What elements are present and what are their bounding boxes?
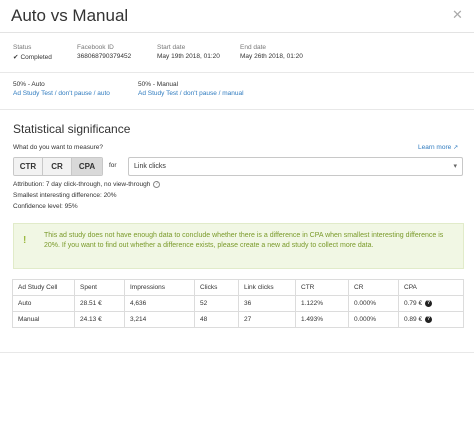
close-icon[interactable]: ✕	[452, 7, 463, 23]
help-icon[interactable]: ?	[153, 181, 161, 188]
attribution-info: Attribution: 7 day click-through, no vie…	[13, 181, 161, 189]
metric-selector: CTR CR CPA	[13, 157, 103, 176]
table-cell: 36	[238, 295, 296, 312]
help-icon[interactable]: ?	[425, 315, 433, 323]
start-date-field: Start date May 19th 2018, 01:20	[157, 44, 220, 60]
column-header: CTR	[295, 279, 349, 296]
event-select-value: Link clicks	[134, 163, 166, 170]
variant-manual: 50% - Manual Ad Study Test / don't pause…	[138, 81, 244, 97]
metric-ctr-button[interactable]: CTR	[14, 158, 43, 175]
table-cell: 1.493%	[295, 311, 349, 328]
column-header: Clicks	[194, 279, 239, 296]
column-header: CPA	[398, 279, 464, 296]
table-row: Manual 24.13 € 3,214 48 27 1.493% 0.000%…	[12, 311, 464, 328]
table-cell: 27	[238, 311, 296, 328]
end-date-label: End date	[240, 44, 267, 51]
measure-question: What do you want to measure?	[13, 144, 103, 151]
cpa-value: 0.89 €	[404, 316, 423, 324]
variant-link[interactable]: Ad Study Test / don't pause / auto	[13, 90, 110, 97]
check-icon: ✔	[13, 54, 19, 61]
section-title: Statistical significance	[13, 122, 131, 136]
event-select[interactable]: Link clicks ▾	[128, 157, 463, 176]
ad-study-modal: Auto vs Manual ✕ Status ✔ Completed Faceb…	[0, 0, 474, 431]
status-label: Status	[13, 44, 32, 51]
table-row: Auto 28.51 € 4,636 52 36 1.122% 0.000% 0…	[12, 295, 464, 312]
table-cell: 0.000%	[348, 311, 399, 328]
status-field: Status ✔ Completed	[13, 44, 52, 61]
learn-more-link[interactable]: Learn more ↗	[418, 144, 458, 151]
column-header: Ad Study Cell	[12, 279, 75, 296]
column-header: Spent	[74, 279, 125, 296]
help-icon[interactable]: ?	[425, 299, 433, 307]
start-date-value: May 19th 2018, 01:20	[157, 53, 220, 60]
end-date-value: May 26th 2018, 01:20	[240, 53, 303, 60]
external-link-icon: ↗	[453, 145, 459, 151]
smallest-difference-text: Smallest interesting difference: 20%	[13, 192, 117, 199]
status-text: Completed	[20, 54, 52, 61]
page-title: Auto vs Manual	[11, 6, 129, 25]
metric-cr-button[interactable]: CR	[43, 158, 72, 175]
facebook-id-value: 368068790379452	[77, 53, 132, 60]
metric-cpa-button[interactable]: CPA	[72, 158, 102, 175]
status-value: ✔ Completed	[13, 53, 52, 61]
learn-more-text: Learn more	[418, 144, 452, 151]
results-table: Ad Study Cell Spent Impressions Clicks L…	[12, 279, 464, 328]
table-cell: 0.89 €?	[398, 311, 464, 328]
chevron-down-icon: ▾	[453, 163, 457, 170]
table-cell: 0.79 €?	[398, 295, 464, 312]
warning-text: This ad study does not have enough data …	[44, 232, 444, 249]
variant-split: 50% - Manual	[138, 81, 179, 88]
variant-auto: 50% - Auto Ad Study Test / don't pause /…	[13, 81, 110, 97]
for-label: for	[109, 162, 117, 169]
warning-icon: !	[23, 235, 27, 246]
modal-header: Auto vs Manual ✕	[0, 0, 474, 33]
confidence-level-text: Confidence level: 95%	[13, 203, 78, 210]
divider	[0, 109, 474, 110]
table-header-row: Ad Study Cell Spent Impressions Clicks L…	[12, 279, 464, 296]
facebook-id-field: Facebook ID 368068790379452	[77, 44, 131, 60]
table-cell: Manual	[12, 311, 75, 328]
table-cell: 0.000%	[348, 295, 399, 312]
facebook-id-label: Facebook ID	[77, 44, 114, 51]
warning-banner: ! This ad study does not have enough dat…	[13, 223, 464, 269]
table-cell: 52	[194, 295, 239, 312]
attribution-text: Attribution: 7 day click-through, no vie…	[13, 181, 151, 189]
table-cell: 24.13 €	[74, 311, 125, 328]
divider	[0, 72, 474, 73]
table-cell: 3,214	[124, 311, 195, 328]
end-date-field: End date May 26th 2018, 01:20	[240, 44, 303, 60]
table-cell: 28.51 €	[74, 295, 125, 312]
column-header: CR	[348, 279, 399, 296]
divider	[0, 352, 474, 353]
table-cell: Auto	[12, 295, 75, 312]
cpa-value: 0.79 €	[404, 300, 423, 308]
start-date-label: Start date	[157, 44, 186, 51]
variant-split: 50% - Auto	[13, 81, 45, 88]
table-cell: 1.122%	[295, 295, 349, 312]
table-cell: 4,636	[124, 295, 195, 312]
column-header: Impressions	[124, 279, 195, 296]
table-cell: 48	[194, 311, 239, 328]
column-header: Link clicks	[238, 279, 296, 296]
variant-link[interactable]: Ad Study Test / don't pause / manual	[138, 90, 244, 97]
